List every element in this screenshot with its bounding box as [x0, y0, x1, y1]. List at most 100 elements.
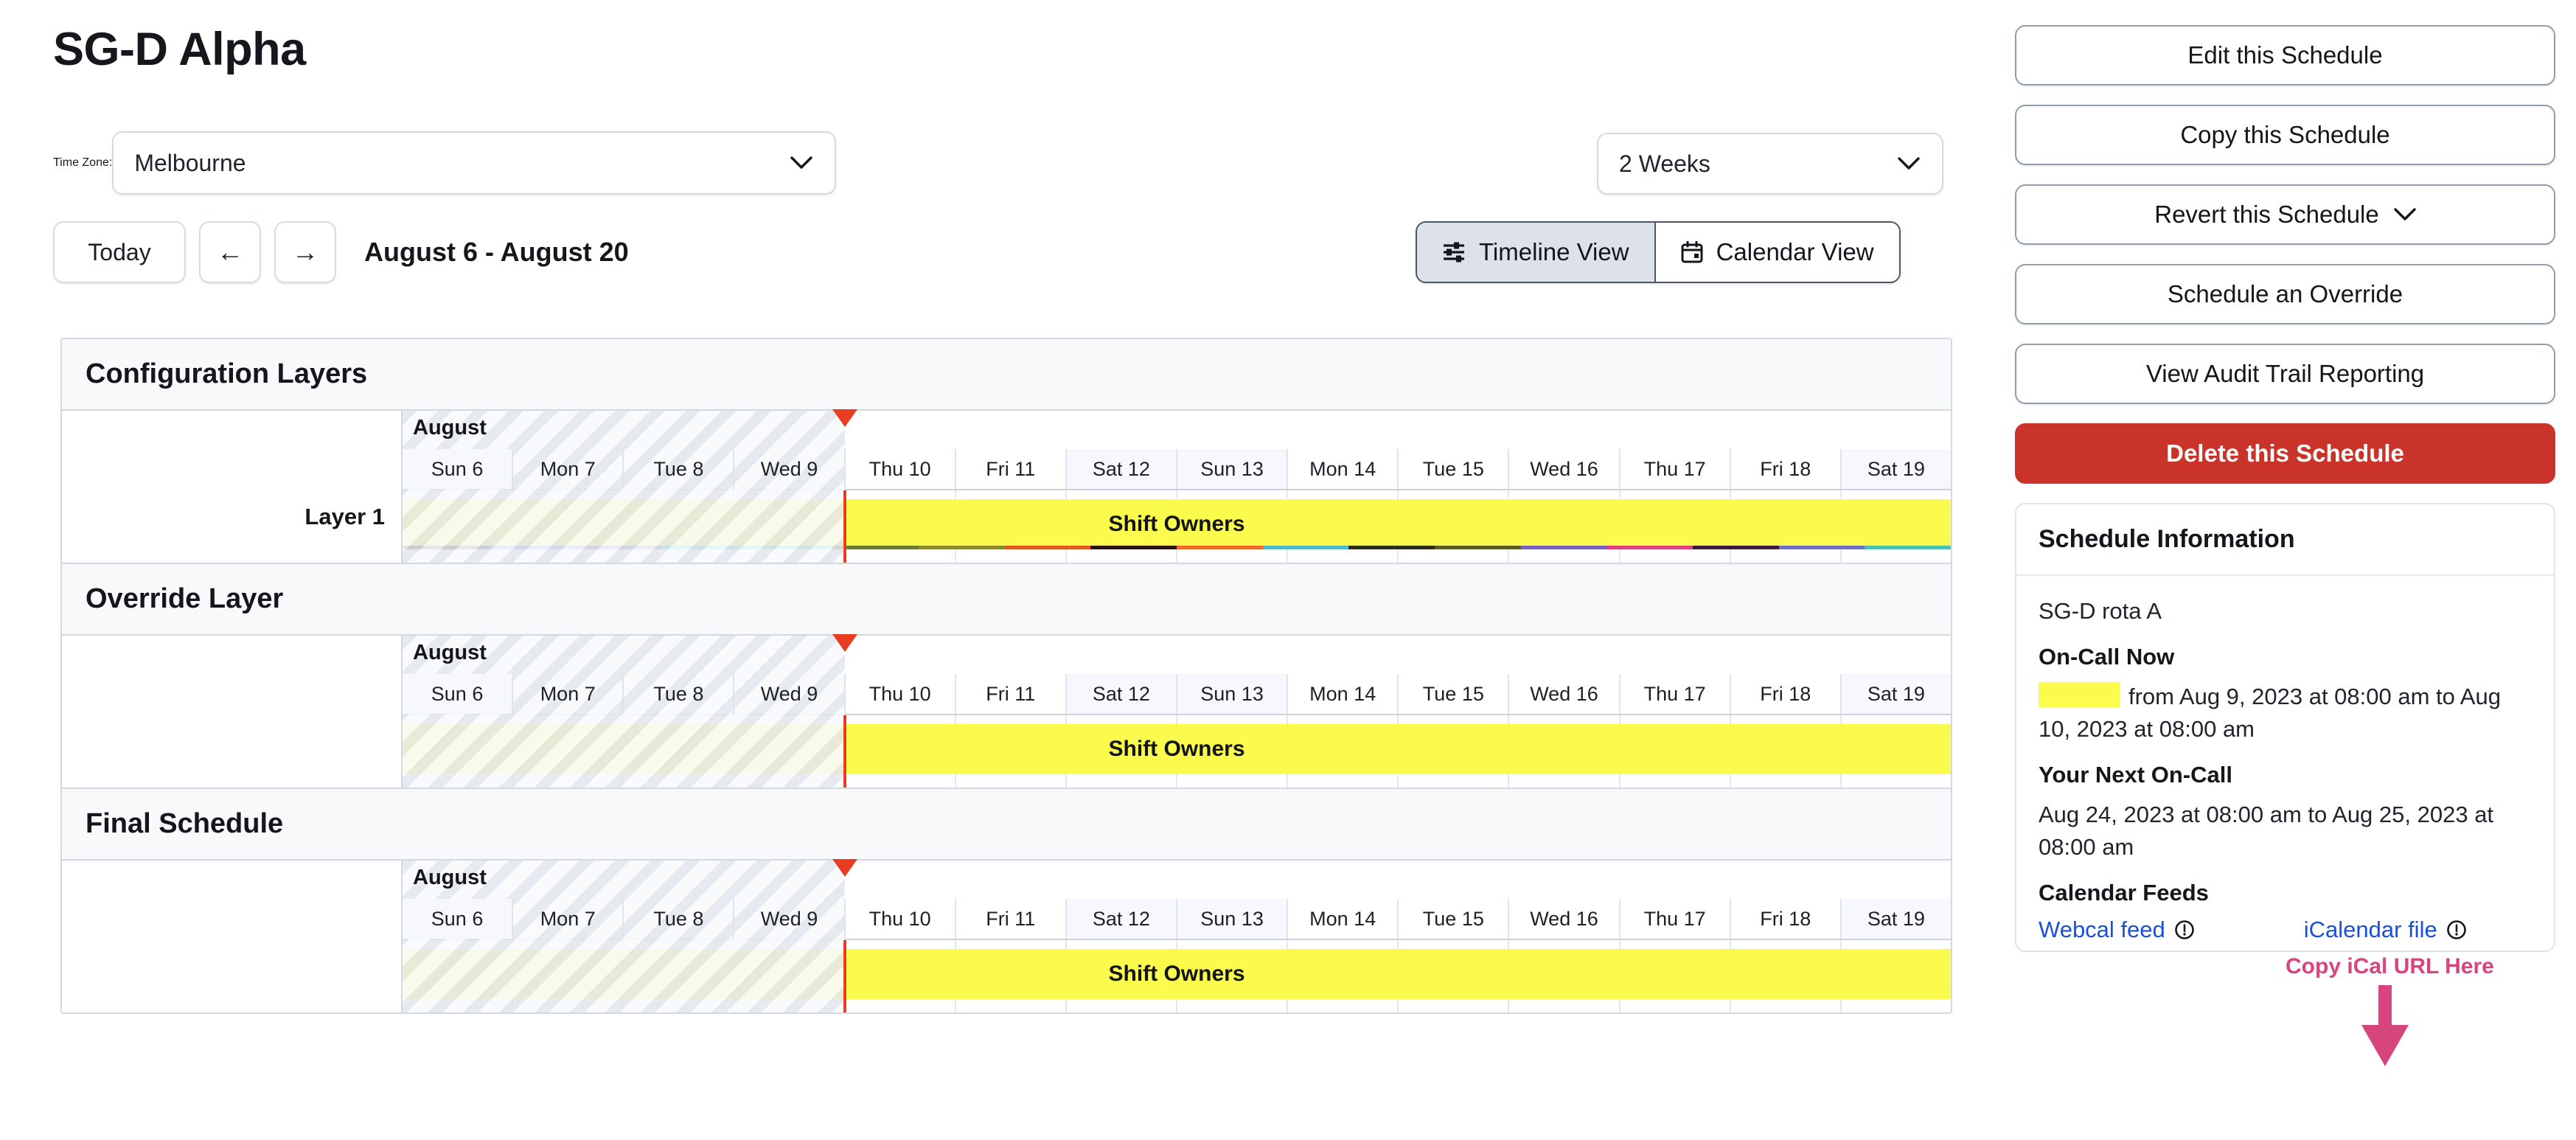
sidebar-button-label: Edit this Schedule [2187, 41, 2383, 69]
sidebar-button-copy-this-schedule[interactable]: Copy this Schedule [2015, 105, 2555, 165]
sidebar-button-revert-this-schedule[interactable]: Revert this Schedule [2015, 184, 2555, 245]
stripe-segment [403, 546, 489, 549]
annotation-label: Copy iCal URL Here [2286, 954, 2494, 979]
day-header-cell: Thu 10 [843, 449, 955, 489]
stripe-segment [919, 546, 1005, 549]
previous-period-button[interactable]: ← [199, 221, 261, 283]
down-arrow-annotation-icon [2348, 985, 2422, 1071]
section-heading: Override Layer [62, 564, 1951, 636]
sidebar-button-delete-this-schedule[interactable]: Delete this Schedule [2015, 423, 2555, 484]
oncall-color-swatch [2039, 682, 2120, 708]
day-header-cell: Mon 14 [1287, 899, 1397, 939]
now-marker-triangle [832, 409, 857, 427]
timeline-section: Configuration Layers Layer 1 August Sun 6 Mo… [62, 339, 1951, 564]
now-marker-triangle [832, 859, 857, 877]
stripe-segment [1435, 546, 1521, 549]
day-header-cell: Thu 10 [843, 674, 955, 714]
chevron-down-icon [790, 156, 813, 170]
rota-name: SG-D rota A [2039, 598, 2162, 624]
oncall-now-heading: On-Call Now [2039, 644, 2175, 670]
next-oncall-heading: Your Next On-Call [2039, 762, 2232, 788]
section-body: August Sun 6 Mon 7 Tue 8 Wed 9 Thu 10 Fri 11 Sa… [62, 859, 1951, 1012]
row-label-column: Layer 1 [62, 411, 403, 563]
shift-owners-label: Shift Owners [1108, 737, 1245, 761]
day-header-cell: Tue 15 [1397, 449, 1508, 489]
day-header-cell: Wed 16 [1508, 674, 1618, 714]
row-label: Layer 1 [304, 504, 385, 529]
day-header-cell: Sat 12 [1065, 899, 1176, 939]
day-header-cell: Wed 16 [1508, 899, 1618, 939]
main-panel: SG-D Alpha Time Zone: Melbourne 2 Weeks … [0, 0, 1991, 1140]
stripe-segment [832, 546, 919, 549]
tab-timeline-view[interactable]: Timeline View [1417, 223, 1654, 282]
sliders-icon [1442, 241, 1466, 263]
chevron-down-icon [1898, 157, 1920, 170]
day-header-cell: Fri 18 [1729, 674, 1840, 714]
day-header-cell: Fri 11 [954, 674, 1065, 714]
day-header-cell: Wed 9 [733, 449, 843, 489]
shift-track: Shift Owners [403, 940, 1951, 1012]
month-label: August [413, 641, 487, 664]
day-header-cell: Sun 13 [1175, 449, 1287, 489]
timeline-grid: August Sun 6 Mon 7 Tue 8 Wed 9 Thu 10 Fri 11 Sa… [403, 859, 1951, 1012]
tab-timeline-view-label: Timeline View [1479, 238, 1629, 265]
icalendar-file-link[interactable]: iCalendar file [2304, 917, 2437, 943]
month-label: August [413, 416, 487, 439]
info-circle-icon[interactable] [2174, 920, 2195, 940]
timeline-grid: August Sun 6 Mon 7 Tue 8 Wed 9 Thu 10 Fri 11 Sa… [403, 634, 1951, 788]
info-circle-icon[interactable] [2446, 920, 2467, 940]
day-header-cell: Tue 8 [622, 674, 733, 714]
webcal-feed-link[interactable]: Webcal feed [2039, 917, 2165, 943]
sidebar-button-schedule-an-override[interactable]: Schedule an Override [2015, 264, 2555, 324]
day-header-cell: Mon 7 [512, 674, 622, 714]
stripe-segment [1348, 546, 1435, 549]
shift-owners-bar[interactable]: Shift Owners [403, 724, 1951, 774]
day-header-cell: Tue 8 [622, 449, 733, 489]
day-header-cell: Tue 15 [1397, 674, 1508, 714]
stripe-segment [746, 546, 833, 549]
timeline-section: Final Schedule August Sun 6 Mon 7 Tue 8 Wed 9… [62, 789, 1951, 1012]
range-select[interactable]: 2 Weeks [1597, 133, 1943, 195]
day-header-row: Sun 6 Mon 7 Tue 8 Wed 9 Thu 10 Fri 11 Sat 12 Su… [403, 899, 1951, 940]
stripe-segment [1693, 546, 1779, 549]
stripe-segment [661, 546, 747, 549]
schedule-information-heading: Schedule Information [2016, 504, 2554, 576]
timezone-select[interactable]: Melbourne [112, 131, 837, 195]
stripe-segment [1177, 546, 1263, 549]
day-header-cell: Tue 15 [1397, 899, 1508, 939]
day-header-cell: Sat 12 [1065, 449, 1176, 489]
sidebar-button-view-audit-trail-reporting[interactable]: View Audit Trail Reporting [2015, 344, 2555, 404]
day-header-cell: Fri 18 [1729, 899, 1840, 939]
day-header-cell: Sat 19 [1839, 449, 1951, 489]
webcal-feed-item: Webcal feed [2039, 917, 2195, 943]
calendar-feeds-links: Webcal feed iCalendar file [2039, 917, 2532, 943]
page-title: SG-D Alpha [53, 24, 306, 75]
next-period-button[interactable]: → [274, 221, 336, 283]
section-body: August Sun 6 Mon 7 Tue 8 Wed 9 Thu 10 Fri 11 Sa… [62, 634, 1951, 789]
stripe-segment [1090, 546, 1177, 549]
shift-color-stripe [403, 546, 1951, 549]
day-header-cell: Sat 19 [1839, 674, 1951, 714]
day-header-cell: Sat 12 [1065, 674, 1176, 714]
timezone-row: Time Zone: Melbourne [53, 131, 837, 195]
section-heading: Final Schedule [62, 789, 1951, 861]
day-header-cell: Sun 6 [403, 449, 512, 489]
next-oncall-text: Aug 24, 2023 at 08:00 am to Aug 25, 2023… [2039, 802, 2494, 861]
stripe-segment [1778, 546, 1865, 549]
day-header-cell: Tue 8 [622, 899, 733, 939]
tab-calendar-view[interactable]: Calendar View [1654, 223, 1899, 282]
day-header-cell: Sun 13 [1175, 899, 1287, 939]
day-header-cell: Sun 6 [403, 674, 512, 714]
sidebar-button-edit-this-schedule[interactable]: Edit this Schedule [2015, 25, 2555, 86]
day-header-cell: Thu 17 [1618, 674, 1730, 714]
tab-calendar-view-label: Calendar View [1716, 238, 1874, 265]
sidebar-actions: Edit this Schedule Copy this Schedule Reve… [2015, 25, 2555, 484]
shift-owners-bar[interactable]: Shift Owners [403, 949, 1951, 999]
shift-owners-bar[interactable]: Shift Owners [403, 499, 1951, 549]
section-heading: Configuration Layers [62, 339, 1951, 411]
day-header-cell: Fri 11 [954, 449, 1065, 489]
stripe-segment [1262, 546, 1349, 549]
timeline-section: Override Layer August Sun 6 Mon 7 Tue 8 Wed 9… [62, 564, 1951, 789]
stripe-segment [1520, 546, 1607, 549]
today-button[interactable]: Today [53, 221, 186, 283]
